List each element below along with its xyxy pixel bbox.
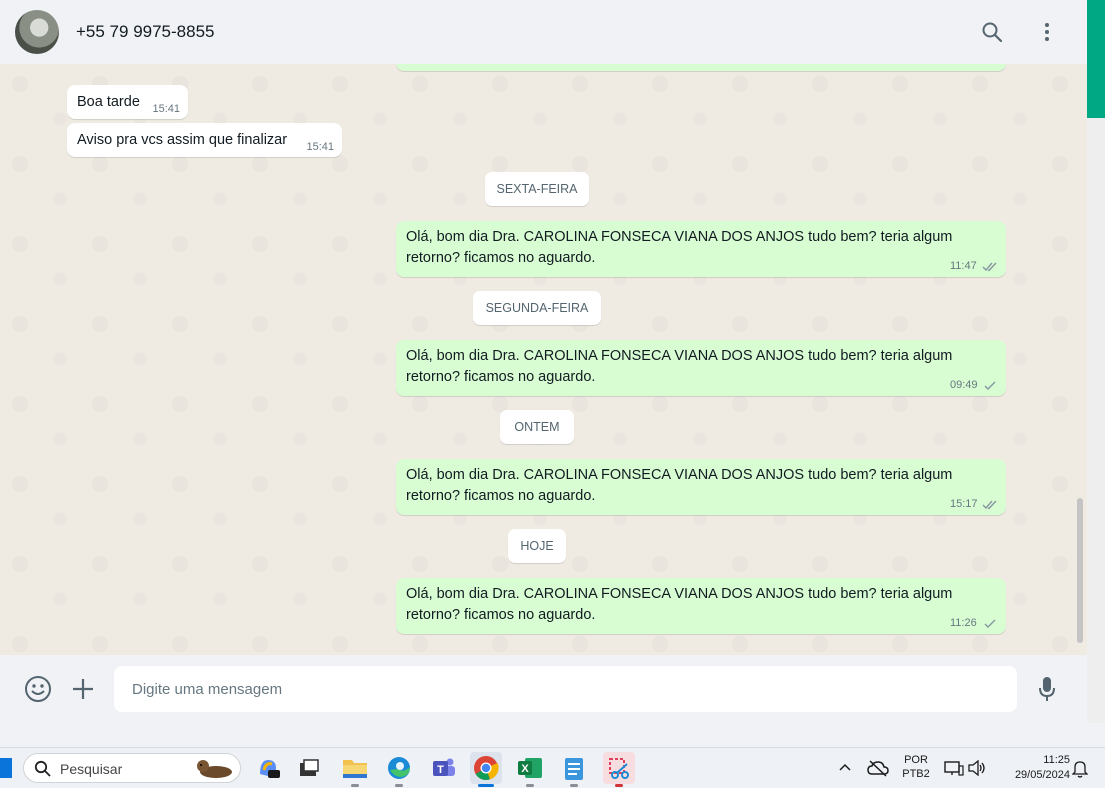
- message-composer: [0, 655, 1087, 723]
- message-text: Olá, bom dia Dra. CAROLINA FONSECA VIANA…: [406, 586, 953, 623]
- message-out-partial[interactable]: [396, 64, 1006, 71]
- message-text: Olá, bom dia Dra. CAROLINA FONSECA VIANA…: [406, 348, 953, 385]
- language-code: POR: [904, 754, 928, 766]
- microphone-icon[interactable]: [1031, 673, 1063, 705]
- day-separator: ONTEM: [500, 410, 574, 444]
- emoji-icon[interactable]: [22, 673, 54, 705]
- snipping-tool-icon[interactable]: [603, 752, 635, 787]
- day-separator: SEXTA-FEIRA: [485, 172, 589, 206]
- chevron-up-icon[interactable]: [838, 762, 852, 772]
- language-indicator[interactable]: POR PTB2: [898, 754, 934, 780]
- message-out[interactable]: Olá, bom dia Dra. CAROLINA FONSECA VIANA…: [396, 221, 1006, 277]
- chat-area[interactable]: Boa tarde 15:41 Aviso pra vcs assim que …: [0, 64, 1087, 655]
- clock-date: 29/05/2024: [1014, 769, 1070, 781]
- day-separator: SEGUNDA-FEIRA: [473, 291, 601, 325]
- message-out[interactable]: Olá, bom dia Dra. CAROLINA FONSECA VIANA…: [396, 340, 1006, 396]
- network-icon[interactable]: [944, 760, 964, 776]
- chat-scrollbar[interactable]: [1077, 498, 1083, 643]
- message-out[interactable]: Olá, bom dia Dra. CAROLINA FONSECA VIANA…: [396, 578, 1006, 634]
- task-view-icon[interactable]: [293, 752, 325, 784]
- onedrive-offline-icon[interactable]: [867, 759, 889, 777]
- clock-time: 11:25: [1043, 754, 1070, 766]
- whatsapp-window: +55 79 9975-8855 Boa tarde 15:41 Aviso p…: [0, 0, 1087, 723]
- message-text: Boa tarde: [77, 94, 140, 110]
- chrome-icon[interactable]: [470, 752, 502, 787]
- contact-name[interactable]: +55 79 9975-8855: [76, 22, 215, 42]
- double-check-icon: [982, 500, 997, 510]
- notepad-icon[interactable]: [558, 752, 590, 787]
- window-accent-edge: [1087, 0, 1105, 118]
- double-check-icon: [982, 262, 997, 272]
- excel-icon[interactable]: X: [514, 752, 546, 787]
- attach-plus-icon[interactable]: [67, 673, 99, 705]
- edge-icon[interactable]: [383, 752, 415, 787]
- message-text: Olá, bom dia Dra. CAROLINA FONSECA VIANA…: [406, 467, 953, 504]
- taskbar-search[interactable]: Pesquisar: [23, 753, 241, 783]
- day-separator: HOJE: [508, 529, 566, 563]
- message-input[interactable]: [114, 666, 1017, 712]
- search-label: Pesquisar: [60, 761, 123, 777]
- message-time: 09:49: [950, 379, 978, 391]
- teams-icon[interactable]: T: [428, 752, 460, 784]
- message-time: 15:17: [950, 498, 978, 510]
- message-in[interactable]: Boa tarde 15:41: [67, 85, 188, 119]
- start-icon[interactable]: [0, 758, 12, 778]
- clock[interactable]: 11:25 29/05/2024: [1000, 754, 1070, 781]
- notification-bell-icon[interactable]: [1072, 760, 1088, 778]
- message-time: 15:41: [152, 103, 180, 115]
- contact-avatar[interactable]: [15, 10, 59, 54]
- search-icon: [34, 760, 51, 777]
- message-text: Olá, bom dia Dra. CAROLINA FONSECA VIANA…: [406, 229, 953, 266]
- message-out[interactable]: Olá, bom dia Dra. CAROLINA FONSECA VIANA…: [396, 459, 1006, 515]
- message-time: 11:26: [950, 617, 977, 629]
- chat-header: +55 79 9975-8855: [0, 0, 1087, 64]
- message-time: 11:47: [950, 260, 977, 272]
- volume-icon[interactable]: [968, 760, 986, 776]
- message-in[interactable]: Aviso pra vcs assim que finalizar 15:41: [67, 123, 342, 157]
- single-check-icon: [984, 619, 996, 628]
- message-time: 15:41: [306, 141, 334, 153]
- window-edge: [1087, 118, 1105, 723]
- windows-taskbar: Pesquisar T X POR PTB2 11:25 29/05/2024: [0, 747, 1105, 788]
- single-check-icon: [984, 381, 996, 390]
- search-icon[interactable]: [976, 16, 1008, 48]
- keyboard-layout: PTB2: [902, 768, 930, 780]
- otter-icon: [197, 760, 232, 778]
- menu-icon[interactable]: [1031, 16, 1063, 48]
- svg-text:X: X: [521, 763, 529, 775]
- copilot-icon[interactable]: [252, 752, 284, 784]
- svg-text:T: T: [437, 764, 444, 776]
- message-text: Aviso pra vcs assim que finalizar: [77, 132, 288, 148]
- file-explorer-icon[interactable]: [339, 752, 371, 787]
